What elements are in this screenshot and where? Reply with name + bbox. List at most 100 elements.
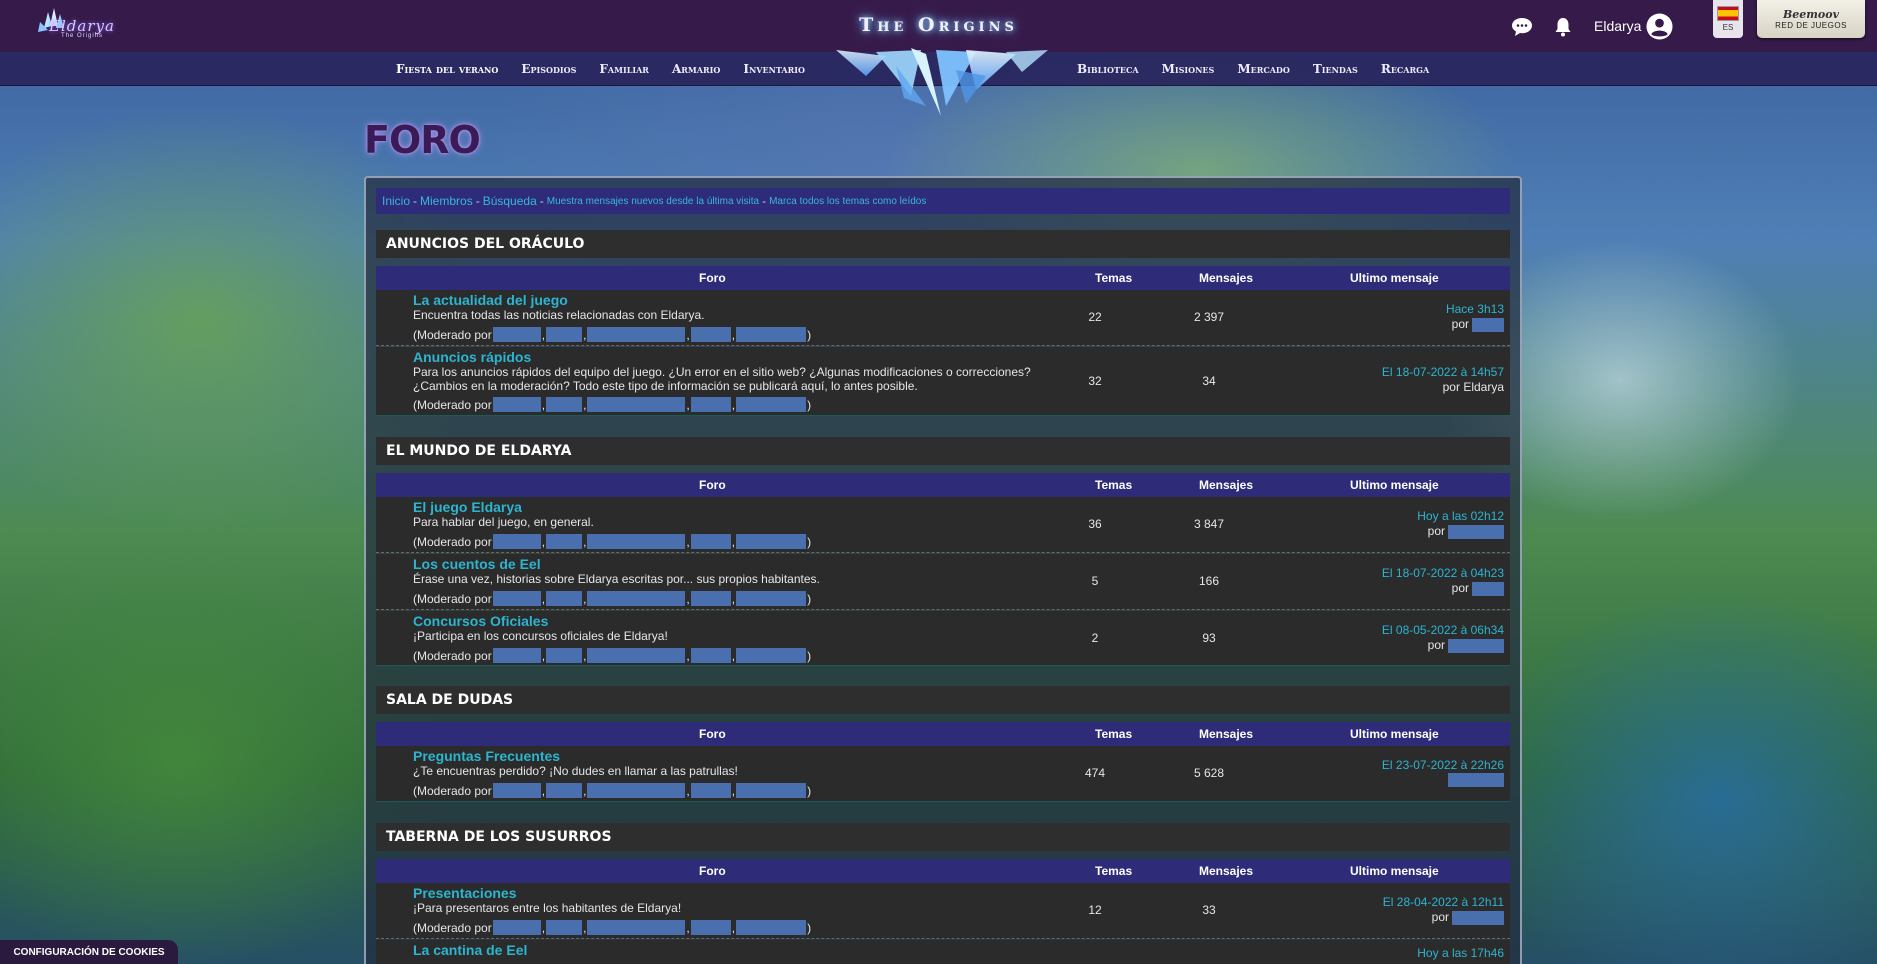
moderator-link[interactable] (736, 648, 807, 663)
moderator-link[interactable] (587, 783, 686, 798)
moderator-link[interactable] (587, 397, 686, 412)
forum-title[interactable]: Los cuentos de Eel (413, 556, 541, 572)
crystal-home-icon[interactable] (826, 46, 1056, 118)
last-message-date[interactable]: El 18-07-2022 à 14h57 (1304, 365, 1504, 380)
moderator-link[interactable] (587, 534, 686, 549)
last-message-date[interactable]: El 28-04-2022 à 12h11 (1304, 895, 1504, 910)
author-name[interactable]: Eldarya (1463, 380, 1504, 395)
moderator-link[interactable] (492, 783, 541, 798)
moderator-link[interactable] (690, 327, 731, 342)
col-mensajes: Mensajes (1199, 478, 1254, 492)
moderator-link[interactable] (736, 591, 807, 606)
moderator-link[interactable] (546, 648, 583, 663)
forum-title[interactable]: Anuncios rápidos (413, 349, 531, 365)
nav-inventario[interactable]: Inventario (743, 62, 805, 76)
bell-icon[interactable] (1548, 12, 1578, 42)
new-posts-link[interactable]: Muestra mensajes nuevos desde la última … (547, 196, 759, 207)
moderator-link[interactable] (492, 534, 541, 549)
last-message-date[interactable]: El 08-05-2022 à 06h34 (1304, 623, 1504, 638)
moderator-link[interactable] (587, 327, 686, 342)
moderator-link[interactable] (690, 397, 731, 412)
mark-all-read-link[interactable]: Marca todos los temas como leídos (769, 196, 926, 207)
topics-count: 2 (1091, 631, 1099, 645)
moderator-link[interactable] (492, 648, 541, 663)
moderator-link[interactable] (690, 920, 731, 935)
nav-mercado[interactable]: Mercado (1237, 62, 1290, 76)
moderator-link[interactable] (546, 591, 583, 606)
forum-description: ¿Te encuentras perdido? ¡No dudes en lla… (413, 764, 738, 778)
last-message-date[interactable]: Hace 3h13 (1304, 302, 1504, 317)
moderator-link[interactable] (492, 327, 541, 342)
user-avatar-icon[interactable] (1646, 13, 1673, 40)
author-link[interactable] (1448, 773, 1504, 787)
nav-recarga[interactable]: Recarga (1381, 62, 1429, 76)
last-message-author: por (1304, 910, 1504, 925)
forum-title[interactable]: Preguntas Frecuentes (413, 748, 560, 764)
last-message: El 18-07-2022 à 14h57 por Eldarya (1304, 365, 1504, 395)
moderator-link[interactable] (546, 327, 583, 342)
topics-count: 5 (1091, 574, 1099, 588)
forum-title[interactable]: El juego Eldarya (413, 499, 522, 515)
chat-icon[interactable] (1507, 12, 1537, 42)
moderator-link[interactable] (690, 591, 731, 606)
last-message-date[interactable]: Hoy a las 02h12 (1304, 509, 1504, 524)
last-message-date[interactable]: El 18-07-2022 à 04h23 (1304, 566, 1504, 581)
moderator-link[interactable] (492, 920, 541, 935)
messages-count: 3 847 (1193, 517, 1225, 531)
moderator-link[interactable] (736, 327, 807, 342)
moderator-link[interactable] (736, 534, 807, 549)
nav-fiesta-del-verano[interactable]: Fiesta del verano (396, 62, 498, 76)
username-label[interactable]: Eldarya (1594, 18, 1641, 34)
moderator-link[interactable] (587, 648, 686, 663)
forum-row: Anuncios rápidos Para los anuncios rápid… (376, 347, 1510, 416)
breadcrumb-sep: - (413, 194, 418, 208)
author-link[interactable] (1448, 524, 1504, 539)
last-message-date[interactable]: Hoy a las 17h46 (1304, 946, 1504, 961)
moderator-link[interactable] (587, 920, 686, 935)
forum-description: ¡Participa en los concursos oficiales de… (413, 629, 668, 643)
moderator-link[interactable] (587, 591, 686, 606)
moderator-link[interactable] (690, 534, 731, 549)
moderator-link[interactable] (736, 783, 807, 798)
nav-episodios[interactable]: Episodios (521, 62, 576, 76)
breadcrumb-miembros[interactable]: Miembros (420, 194, 473, 208)
author-link[interactable] (1472, 581, 1504, 596)
breadcrumb-busqueda[interactable]: Búsqueda (483, 194, 537, 208)
nav-biblioteca[interactable]: Biblioteca (1077, 62, 1139, 76)
nav-tiendas[interactable]: Tiendas (1313, 62, 1358, 76)
forum-title[interactable]: Presentaciones (413, 885, 517, 901)
moderators: (Moderado por , , , , ) (413, 327, 812, 342)
author-link[interactable] (1472, 317, 1504, 332)
moderator-link[interactable] (492, 591, 541, 606)
moderator-link[interactable] (690, 648, 731, 663)
last-message-date[interactable]: El 23-07-2022 à 22h26 (1304, 758, 1504, 773)
topics-count: 22 (1088, 310, 1102, 324)
game-network-button[interactable]: Beemoov RED DE JUEGOS (1757, 0, 1865, 38)
language-selector[interactable]: ES (1713, 0, 1743, 38)
cookie-settings-button[interactable]: CONFIGURACIÓN DE COOKIES (0, 940, 178, 964)
moderator-link[interactable] (546, 397, 583, 412)
col-mensajes: Mensajes (1199, 727, 1254, 741)
moderator-link[interactable] (546, 534, 583, 549)
author-link[interactable] (1452, 910, 1504, 925)
author-link[interactable] (1448, 638, 1504, 653)
page-title: FORO (364, 118, 481, 162)
moderator-link[interactable] (736, 397, 807, 412)
forum-title[interactable]: La actualidad del juego (413, 292, 568, 308)
forum-title[interactable]: La cantina de Eel (413, 942, 527, 958)
col-ultimo: Ultimo mensaje (1350, 478, 1439, 492)
moderator-link[interactable] (492, 397, 541, 412)
moderator-link[interactable] (690, 783, 731, 798)
nav-familiar[interactable]: Familiar (599, 62, 649, 76)
last-message-author: por Eldarya (1304, 380, 1504, 395)
moderator-link[interactable] (546, 783, 583, 798)
forum-description: Encuentra todas las noticias relacionada… (413, 308, 705, 322)
moderator-link[interactable] (736, 920, 807, 935)
forum-title[interactable]: Concursos Oficiales (413, 613, 548, 629)
nav-armario[interactable]: Armario (672, 62, 720, 76)
breadcrumb-inicio[interactable]: Inicio (382, 194, 410, 208)
messages-count: 93 (1202, 631, 1216, 645)
nav-misiones[interactable]: Misiones (1162, 62, 1215, 76)
messages-count: 33 (1202, 903, 1216, 917)
moderator-link[interactable] (546, 920, 583, 935)
